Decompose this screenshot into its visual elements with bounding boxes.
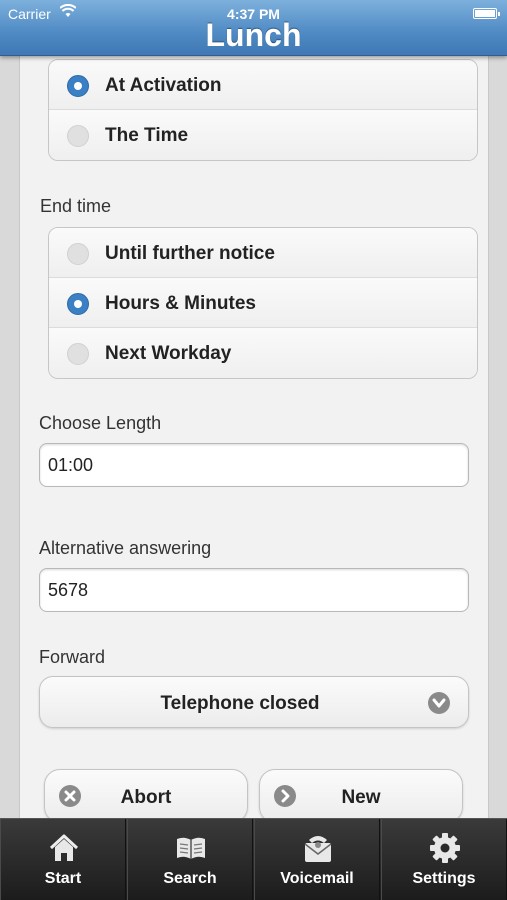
navigation-bar: Carrier 4:37 PM Lunch xyxy=(0,0,507,56)
radio-unselected-icon xyxy=(67,343,89,365)
radio-selected-icon xyxy=(67,75,89,97)
forward-select[interactable]: Telephone closed xyxy=(39,676,469,728)
tab-search[interactable]: Search xyxy=(127,819,253,900)
option-hours-minutes[interactable]: Hours & Minutes xyxy=(49,278,477,328)
end-time-options-group: Until further notice Hours & Minutes Nex… xyxy=(48,227,478,379)
home-icon xyxy=(47,831,81,865)
gear-icon xyxy=(428,831,462,865)
tab-label: Settings xyxy=(412,870,476,887)
alternative-answering-label: Alternative answering xyxy=(39,538,212,558)
chevron-down-icon xyxy=(428,692,450,714)
forward-label: Forward xyxy=(39,647,106,667)
voicemail-icon xyxy=(301,831,335,865)
forward-selected-value: Telephone closed xyxy=(160,693,320,714)
page-title: Lunch xyxy=(205,17,302,53)
alternative-answering-field[interactable]: 5678 xyxy=(39,568,469,612)
option-label: Hours & Minutes xyxy=(105,293,256,314)
radio-selected-icon xyxy=(67,293,89,315)
new-label: New xyxy=(341,787,381,808)
option-label: Next Workday xyxy=(105,343,232,364)
end-time-label: End time xyxy=(40,196,112,216)
radio-unselected-icon xyxy=(67,243,89,265)
tab-settings[interactable]: Settings xyxy=(381,819,507,900)
tab-bar: Start Search Voicemail Settings xyxy=(0,818,507,900)
option-the-time[interactable]: The Time xyxy=(49,110,477,160)
option-until-further-notice[interactable]: Until further notice xyxy=(49,228,477,278)
choose-length-label: Choose Length xyxy=(39,413,162,433)
radio-unselected-icon xyxy=(67,125,89,147)
start-options-group: At Activation The Time xyxy=(48,59,478,161)
book-icon xyxy=(174,831,208,865)
option-label: The Time xyxy=(105,125,189,146)
option-next-workday[interactable]: Next Workday xyxy=(49,328,477,378)
tab-label: Start xyxy=(44,870,82,887)
length-field[interactable]: 01:00 xyxy=(39,443,469,487)
new-button[interactable]: New xyxy=(259,769,463,823)
option-label: Until further notice xyxy=(105,243,275,264)
tab-voicemail[interactable]: Voicemail xyxy=(254,819,380,900)
option-label: At Activation xyxy=(105,75,222,96)
abort-label: Abort xyxy=(120,787,172,808)
option-at-activation[interactable]: At Activation xyxy=(49,60,477,110)
tab-label: Voicemail xyxy=(280,870,354,887)
abort-button[interactable]: Abort xyxy=(44,769,248,823)
tab-label: Search xyxy=(163,870,217,887)
tab-start[interactable]: Start xyxy=(0,819,126,900)
